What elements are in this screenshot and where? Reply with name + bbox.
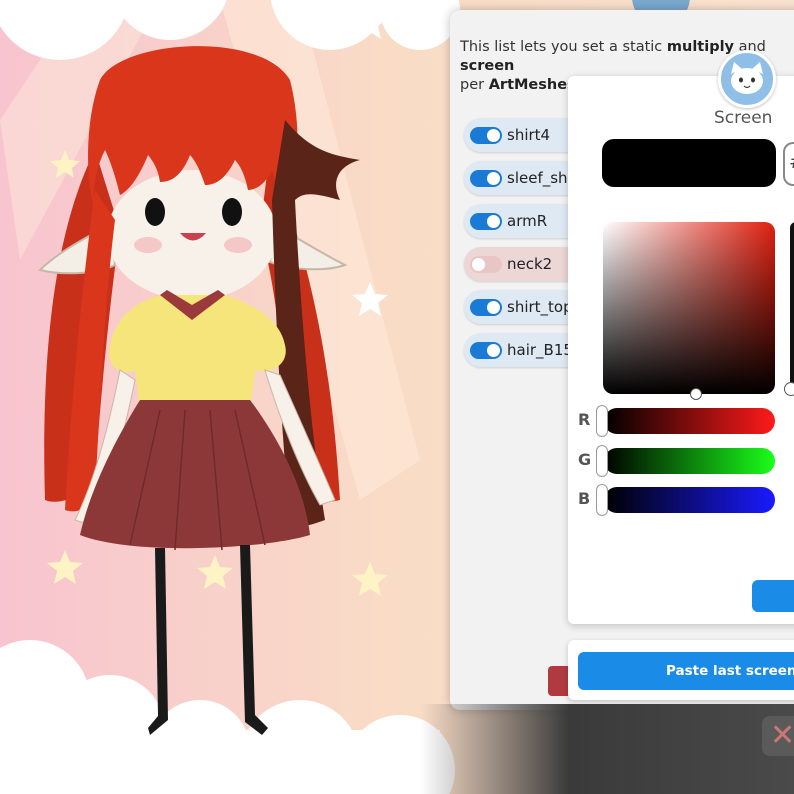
- hex-glyph: #: [789, 152, 794, 173]
- dialog-title: Screen: [714, 108, 773, 128]
- close-icon: ✕: [770, 718, 794, 753]
- confirm-button[interactable]: [752, 580, 794, 612]
- list-item-label: shirt4: [507, 126, 551, 144]
- green-slider[interactable]: [604, 448, 775, 474]
- bottom-toolbar: [420, 704, 794, 794]
- list-item-label: armR: [507, 212, 548, 230]
- blue-slider-thumb[interactable]: [596, 484, 608, 516]
- toggle-switch[interactable]: [470, 256, 502, 273]
- red-slider-row: R: [568, 405, 794, 437]
- red-slider-thumb[interactable]: [596, 405, 608, 437]
- toggle-switch[interactable]: [470, 127, 502, 144]
- list-item-label: shirt_top: [507, 298, 573, 316]
- paste-bar: Paste last screen co: [568, 640, 794, 700]
- blue-slider-label: B: [578, 489, 591, 508]
- red-slider-label: R: [578, 410, 591, 429]
- list-item-label: sleef_sh: [507, 169, 568, 187]
- blue-slider[interactable]: [604, 487, 775, 513]
- close-button[interactable]: ✕: [762, 716, 794, 756]
- list-item-label: neck2: [507, 255, 553, 273]
- blue-slider-row: B: [568, 484, 794, 516]
- hue-slider-handle[interactable]: [784, 382, 794, 396]
- green-slider-row: G: [568, 445, 794, 477]
- list-item-label: hair_B15: [507, 341, 573, 359]
- paste-last-screen-color-button[interactable]: Paste last screen co: [578, 652, 794, 690]
- red-slider[interactable]: [604, 408, 775, 434]
- hue-slider[interactable]: [790, 222, 794, 394]
- toggle-switch[interactable]: [470, 170, 502, 187]
- saturation-value-picker[interactable]: [603, 222, 775, 394]
- toggle-switch[interactable]: [470, 213, 502, 230]
- toggle-switch[interactable]: [470, 342, 502, 359]
- toggle-switch[interactable]: [470, 299, 502, 316]
- cat-avatar-icon: [718, 50, 776, 108]
- paste-button-label: Paste last screen co: [666, 663, 794, 679]
- color-picker-dialog: Screen # R G B: [568, 50, 794, 624]
- sv-picker-handle[interactable]: [690, 388, 702, 400]
- green-slider-thumb[interactable]: [596, 445, 608, 477]
- green-slider-label: G: [578, 450, 592, 469]
- color-swatch: [602, 139, 776, 187]
